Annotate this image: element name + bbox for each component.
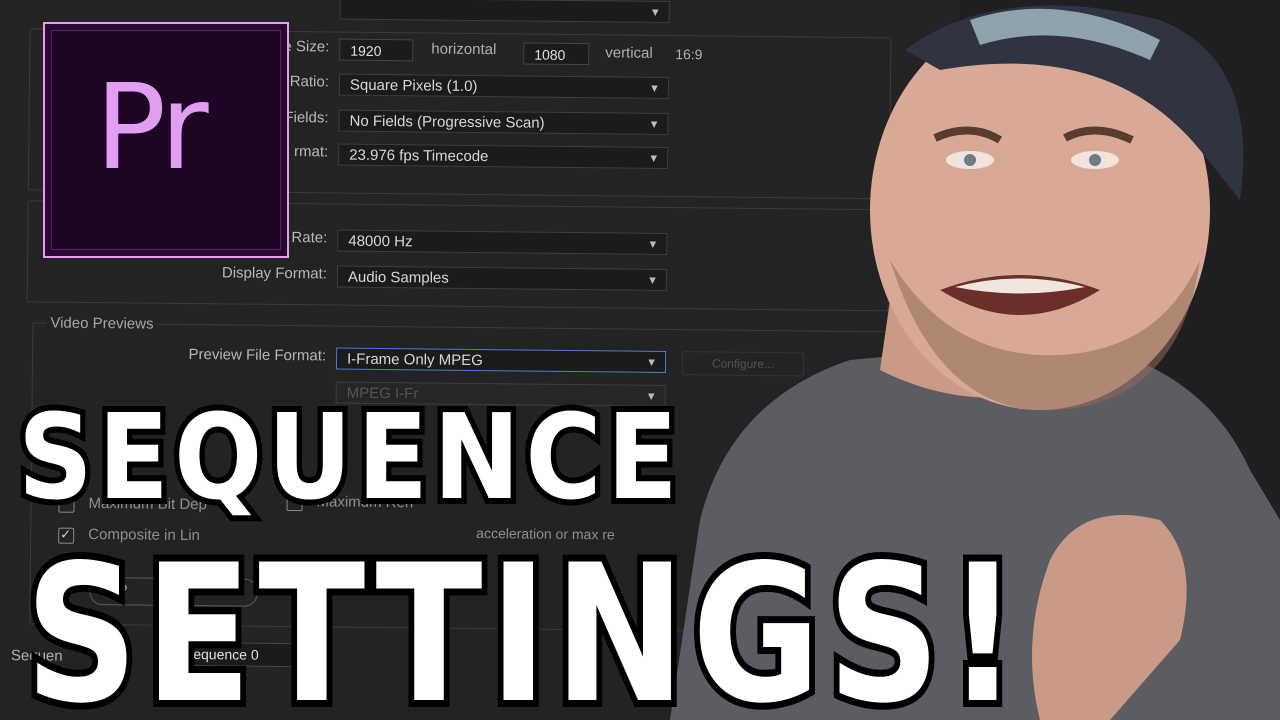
codec-dropdown[interactable]: MPEG I-Fr ▼ <box>335 381 666 407</box>
preview-file-format-value: I-Frame Only MPEG <box>346 350 483 370</box>
right-iris <box>1089 154 1101 166</box>
max-render-checkbox[interactable] <box>286 495 303 512</box>
video-display-format-value: 23.976 fps Timecode <box>349 146 489 166</box>
fields-dropdown[interactable]: No Fields (Progressive Scan) ▼ <box>338 109 669 136</box>
sequence-name-label: Sequen <box>10 647 63 665</box>
max-bit-depth-label: Maximum Bit Dep <box>88 494 207 514</box>
video-display-format-dropdown[interactable]: 23.976 fps Timecode ▼ <box>338 143 669 170</box>
sequence-name-field[interactable]: Sequence 0 <box>172 641 304 668</box>
composite-linear-checkbox[interactable] <box>58 527 75 544</box>
fields-value: No Fields (Progressive Scan) <box>349 112 545 132</box>
editing-mode-dropdown[interactable]: ▼ <box>339 0 670 24</box>
composite-note: acceleration or max re <box>476 525 615 543</box>
save-preset-button[interactable]: e P <box>89 576 258 607</box>
max-bit-depth-checkbox[interactable] <box>58 496 75 513</box>
preview-file-format-label: Preview File Format: <box>188 345 327 365</box>
frame-height-field[interactable]: 1080 <box>523 42 590 66</box>
presenter-photo <box>670 5 1280 720</box>
horizontal-label: horizontal <box>431 40 497 59</box>
sample-rate-value: 48000 Hz <box>348 232 413 251</box>
video-previews-title: Video Previews <box>46 314 158 333</box>
thumbnail: ▼ e Size: 1920 horizontal 1080 vertical … <box>0 0 1280 720</box>
logo-text: Pr <box>95 58 209 196</box>
left-iris <box>964 154 976 166</box>
frame-width-field[interactable]: 1920 <box>339 38 414 62</box>
preview-file-format-dropdown[interactable]: I-Frame Only MPEG ▼ <box>335 347 667 373</box>
composite-linear-label: Composite in Lin <box>88 525 201 545</box>
premiere-pro-logo: Pr <box>43 22 289 258</box>
pixel-aspect-dropdown[interactable]: Square Pixels (1.0) ▼ <box>338 73 670 100</box>
codec-value: MPEG I-Fr <box>346 384 419 403</box>
audio-display-format-dropdown[interactable]: Audio Samples ▼ <box>336 265 668 291</box>
pixel-aspect-value: Square Pixels (1.0) <box>349 76 478 96</box>
max-render-label: Maximum Ren <box>316 493 414 512</box>
audio-display-format-value: Audio Samples <box>347 268 449 287</box>
sample-rate-dropdown[interactable]: 48000 Hz ▼ <box>337 229 668 256</box>
audio-display-format-label: Display Format: <box>221 264 328 283</box>
